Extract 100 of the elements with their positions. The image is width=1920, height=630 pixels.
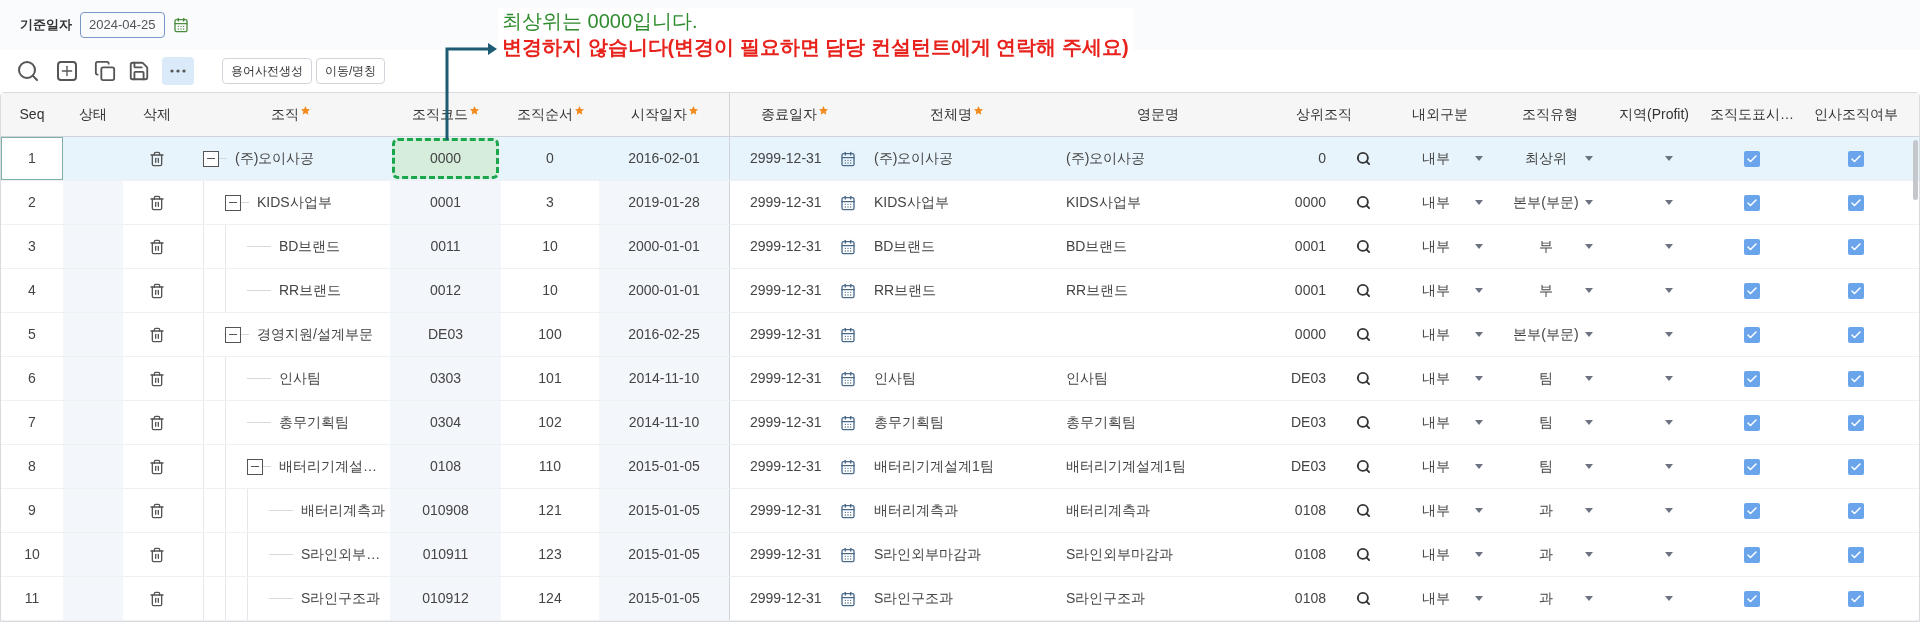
- search-icon[interactable]: [1356, 415, 1371, 430]
- dropdown-field[interactable]: 내부: [1385, 445, 1495, 488]
- dropdown-field[interactable]: 부: [1495, 225, 1605, 268]
- checkbox[interactable]: [1744, 590, 1760, 607]
- collapse-toggle[interactable]: [203, 150, 219, 167]
- toolbar-button[interactable]: 용어사전생성: [222, 58, 312, 84]
- checkbox[interactable]: [1848, 370, 1864, 387]
- caret-icon[interactable]: [1665, 332, 1673, 337]
- org-name[interactable]: 배터리기계설…: [279, 456, 377, 477]
- search-icon[interactable]: [1356, 151, 1371, 166]
- column-header[interactable]: 시작일자: [630, 104, 687, 125]
- trash-icon[interactable]: [149, 414, 165, 431]
- checkbox[interactable]: [1744, 458, 1760, 475]
- calendar-icon[interactable]: [839, 238, 856, 255]
- table-row[interactable]: 2 KIDS사업부 0001 3 2019-01-28 2999-12-31 KIDS사업부 KIDS사업부 0000 내부 본부(부문): [1, 181, 1919, 225]
- trash-icon[interactable]: [149, 458, 165, 475]
- caret-icon[interactable]: [1665, 596, 1673, 601]
- dropdown-field[interactable]: 내부: [1385, 225, 1495, 268]
- checkbox[interactable]: [1848, 150, 1864, 167]
- checkbox[interactable]: [1848, 458, 1864, 475]
- org-name[interactable]: 경영지원/설계부문: [257, 324, 373, 345]
- table-row[interactable]: 9 배터리계측과 010908 121 2015-01-05 2999-12-31 배터리계측과 배터리계측과 0108 내부 과: [1, 489, 1919, 533]
- checkbox[interactable]: [1744, 194, 1760, 211]
- caret-icon[interactable]: [1665, 552, 1673, 557]
- checkbox[interactable]: [1848, 282, 1864, 299]
- calendar-icon[interactable]: [839, 370, 856, 387]
- column-header[interactable]: 지역(Profit): [1619, 104, 1689, 125]
- caret-icon[interactable]: [1665, 508, 1673, 513]
- org-name[interactable]: 배터리계측과: [301, 500, 385, 521]
- dropdown-field[interactable]: 본부(부문): [1495, 313, 1605, 356]
- org-name[interactable]: (주)오이사공: [235, 148, 315, 169]
- calendar-icon[interactable]: [839, 282, 856, 299]
- search-icon[interactable]: [1356, 547, 1371, 562]
- calendar-icon[interactable]: [839, 546, 856, 563]
- checkbox[interactable]: [1744, 238, 1760, 255]
- column-header[interactable]: 삭제: [143, 104, 171, 125]
- dropdown-field[interactable]: 본부(부문): [1495, 181, 1605, 224]
- collapse-toggle[interactable]: [225, 326, 241, 343]
- column-header[interactable]: 종료일자: [760, 104, 817, 125]
- column-header[interactable]: 상태: [79, 104, 107, 125]
- dropdown-field[interactable]: 팀: [1495, 357, 1605, 400]
- calendar-icon[interactable]: [839, 150, 856, 167]
- dropdown-field[interactable]: 과: [1495, 489, 1605, 532]
- org-name[interactable]: 총무기획팀: [279, 412, 349, 433]
- search-icon[interactable]: [1356, 327, 1371, 342]
- dropdown-field[interactable]: 최상위: [1495, 137, 1605, 180]
- org-name[interactable]: S라인외부…: [301, 544, 381, 565]
- trash-icon[interactable]: [149, 238, 165, 255]
- column-header[interactable]: 내외구분: [1412, 104, 1468, 125]
- table-row[interactable]: 1 (주)오이사공 0000 0 2016-02-01 2999-12-31 (주)오이사공 (주)오이사공 0 내부 최상위: [1, 137, 1919, 181]
- dropdown-field[interactable]: 내부: [1385, 489, 1495, 532]
- toolbar-button[interactable]: 이동/명칭: [316, 58, 386, 84]
- calendar-icon[interactable]: [172, 17, 189, 33]
- column-header[interactable]: Seq: [19, 104, 45, 125]
- dropdown-field[interactable]: 내부: [1385, 181, 1495, 224]
- search-icon[interactable]: [1356, 283, 1371, 298]
- dropdown-field[interactable]: 내부: [1385, 401, 1495, 444]
- dropdown-field[interactable]: 팀: [1495, 445, 1605, 488]
- dropdown-field[interactable]: 팀: [1495, 401, 1605, 444]
- calendar-icon[interactable]: [839, 458, 856, 475]
- table-row[interactable]: 3 BD브랜드 0011 10 2000-01-01 2999-12-31 BD브랜드 BD브랜드 0001 내부 부: [1, 225, 1919, 269]
- checkbox[interactable]: [1744, 370, 1760, 387]
- trash-icon[interactable]: [149, 282, 165, 299]
- table-row[interactable]: 6 인사팀 0303 101 2014-11-10 2999-12-31 인사팀 인사팀 DE03 내부 팀: [1, 357, 1919, 401]
- calendar-icon[interactable]: [839, 414, 856, 431]
- search-icon[interactable]: [1356, 591, 1371, 606]
- org-name[interactable]: RR브랜드: [279, 280, 342, 301]
- column-header[interactable]: 조직유형: [1522, 104, 1578, 125]
- caret-icon[interactable]: [1665, 244, 1673, 249]
- scrollbar[interactable]: [1913, 140, 1918, 200]
- checkbox[interactable]: [1848, 546, 1864, 563]
- column-header[interactable]: 조직순서: [516, 104, 573, 125]
- trash-icon[interactable]: [149, 194, 165, 211]
- checkbox[interactable]: [1744, 150, 1760, 167]
- dropdown-field[interactable]: 부: [1495, 269, 1605, 312]
- table-row[interactable]: 10 S라인외부… 010911 123 2015-01-05 2999-12-31 S라인외부마감과 S라인외부마감과 0108 내부 과: [1, 533, 1919, 577]
- trash-icon[interactable]: [149, 370, 165, 387]
- search-icon[interactable]: [1356, 503, 1371, 518]
- dropdown-field[interactable]: 내부: [1385, 137, 1495, 180]
- dropdown-field[interactable]: 과: [1495, 533, 1605, 576]
- caret-icon[interactable]: [1665, 156, 1673, 161]
- trash-icon[interactable]: [149, 150, 165, 167]
- org-name[interactable]: 인사팀: [279, 368, 321, 389]
- trash-icon[interactable]: [149, 546, 165, 563]
- table-row[interactable]: 7 총무기획팀 0304 102 2014-11-10 2999-12-31 총무기획팀 총무기획팀 DE03 내부 팀: [1, 401, 1919, 445]
- copy-icon[interactable]: [94, 60, 116, 82]
- org-name[interactable]: BD브랜드: [279, 236, 341, 257]
- collapse-toggle[interactable]: [225, 194, 241, 211]
- dropdown-field[interactable]: 과: [1495, 577, 1605, 620]
- dropdown-field[interactable]: 내부: [1385, 269, 1495, 312]
- trash-icon[interactable]: [149, 590, 165, 607]
- caret-icon[interactable]: [1665, 420, 1673, 425]
- checkbox[interactable]: [1744, 414, 1760, 431]
- table-row[interactable]: 8 배터리기계설… 0108 110 2015-01-05 2999-12-31 배터리기계설계1팀 배터리기계설계1팀 DE03 내부 팀: [1, 445, 1919, 489]
- table-row[interactable]: 5 경영지원/설계부문 DE03 100 2016-02-25 2999-12-31 0000 내부 본부(부문): [1, 313, 1919, 357]
- trash-icon[interactable]: [149, 326, 165, 343]
- calendar-icon[interactable]: [839, 194, 856, 211]
- date-field[interactable]: 2024-04-25: [80, 12, 165, 38]
- column-header[interactable]: 영문명: [1137, 104, 1179, 125]
- column-header[interactable]: 상위조직: [1295, 104, 1352, 125]
